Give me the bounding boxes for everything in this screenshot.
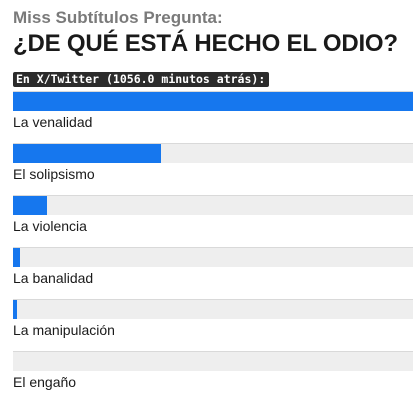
poll-bar-track [13, 299, 413, 319]
poll-bar-fill [13, 92, 413, 111]
poll-subtitle: Miss Subtítulos Pregunta: [13, 8, 223, 27]
poll-bar-fill [13, 196, 47, 215]
poll-bar-track [13, 143, 413, 163]
poll-option-label: La manipulación [13, 322, 115, 338]
poll-bar-track [13, 195, 413, 215]
poll-bar-track [13, 247, 413, 267]
poll-option-label: El solipsismo [13, 166, 95, 182]
poll-option-label: La banalidad [13, 270, 94, 286]
poll-option: La venalidad [13, 91, 413, 143]
poll-bar-fill [13, 144, 161, 163]
poll-option: La manipulación [13, 299, 413, 351]
poll-results: La venalidad El solipsismo La violencia … [13, 91, 413, 403]
source-badge: En X/Twitter (1056.0 minutos atrás): [13, 72, 270, 87]
poll-bar-track [13, 351, 413, 371]
poll-option-label: La venalidad [13, 114, 93, 130]
poll-widget: Miss Subtítulos Pregunta: ¿DE QUÉ ESTÁ H… [13, 8, 413, 403]
poll-bar-track [13, 91, 413, 111]
poll-bar-fill [13, 300, 17, 319]
poll-option: La banalidad [13, 247, 413, 299]
poll-option-label: La violencia [13, 218, 87, 234]
poll-option: El solipsismo [13, 143, 413, 195]
poll-option-label: El engaño [13, 374, 77, 390]
poll-option: El engaño [13, 351, 413, 403]
poll-bar-fill [13, 248, 21, 267]
poll-title: ¿DE QUÉ ESTÁ HECHO EL ODIO? [13, 30, 398, 57]
poll-option: La violencia [13, 195, 413, 247]
